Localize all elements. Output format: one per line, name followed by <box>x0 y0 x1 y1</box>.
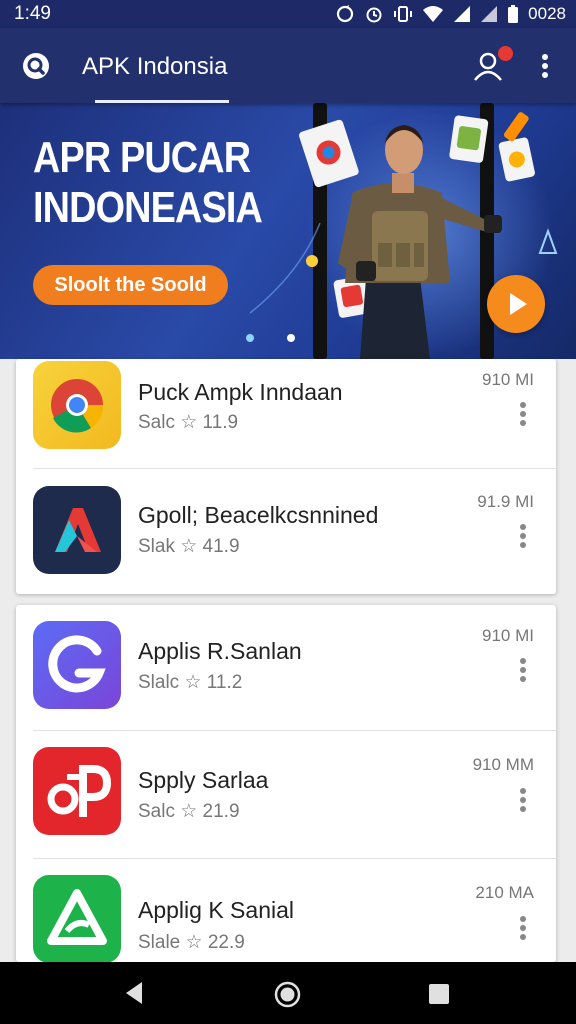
app-icon-p <box>33 747 121 835</box>
chrome-app-icon <box>33 361 121 449</box>
system-nav-bar <box>0 962 576 1024</box>
item-more-icon[interactable] <box>518 657 528 683</box>
list-item[interactable]: Applis R.Sanlan Slalc ☆ 11.2 910 MI <box>16 605 556 731</box>
title-tab-indicator <box>95 100 229 103</box>
list-item[interactable]: Applig K Sanial Slale ☆ 22.9 210 MA <box>16 859 556 963</box>
battery-icon <box>508 5 519 23</box>
app-name: Spply Sarlaa <box>138 767 269 793</box>
app-rating: Slale ☆ 22.9 <box>138 932 245 953</box>
app-icon-a <box>33 486 121 574</box>
carousel-dot-1[interactable] <box>246 334 254 342</box>
app-size: 910 MM <box>472 755 534 774</box>
promo-banner[interactable]: APR PUCAR INDONEASIA Sloolt the Soold <box>0 103 576 359</box>
alarm-icon <box>366 7 382 23</box>
app-list-card: Applis R.Sanlan Slalc ☆ 11.2 910 MI Sppl… <box>16 605 556 963</box>
signal-icon-2 <box>481 6 498 22</box>
play-button[interactable] <box>487 275 545 333</box>
app-name: Applig K Sanial <box>138 897 294 923</box>
list-item[interactable]: Gpoll; Beacelkcsnnined Slak ☆ 41.9 91.9 … <box>16 469 556 594</box>
item-more-icon[interactable] <box>518 401 528 427</box>
app-size: 91.9 MI <box>477 492 534 511</box>
item-more-icon[interactable] <box>518 787 528 813</box>
list-item[interactable]: Spply Sarlaa Salc ☆ 21.9 910 MM <box>16 731 556 859</box>
carousel-dot-2[interactable] <box>287 334 295 342</box>
battery-level: 0028 <box>528 4 566 23</box>
search-icon[interactable] <box>22 52 50 80</box>
app-size: 910 MI <box>482 626 534 645</box>
signal-icon <box>454 6 471 22</box>
app-icon-k <box>33 875 121 963</box>
status-icons: 0028 <box>335 4 566 24</box>
app-name: Applis R.Sanlan <box>138 638 302 664</box>
app-bar: APK Indonsia <box>0 28 576 103</box>
more-options-icon[interactable] <box>535 52 555 80</box>
app-name: Gpoll; Beacelkcsnnined <box>138 502 379 528</box>
status-bar: 1:49 0028 <box>0 0 576 28</box>
status-time: 1:49 <box>14 3 51 24</box>
item-more-icon[interactable] <box>518 915 528 941</box>
notification-badge <box>498 46 513 61</box>
recents-icon[interactable] <box>428 983 450 1005</box>
app-rating: Slalc ☆ 11.2 <box>138 672 243 693</box>
app-rating: Slak ☆ 41.9 <box>138 536 240 557</box>
item-more-icon[interactable] <box>518 523 528 549</box>
app-name: Puck Ampk Inndaan <box>138 379 343 405</box>
app-rating: Salc ☆ 21.9 <box>138 801 240 822</box>
app-rating: Salc ☆ 11.9 <box>138 412 239 433</box>
play-icon <box>510 293 527 315</box>
app-title: APK Indonsia <box>82 53 228 80</box>
app-icon-g <box>33 621 121 709</box>
home-icon[interactable] <box>274 981 301 1008</box>
app-list-card: Puck Ampk Inndaan Salc ☆ 11.9 910 MI Gpo… <box>16 359 556 594</box>
back-icon[interactable] <box>122 980 146 1006</box>
wifi-icon <box>423 6 444 22</box>
vibrate-icon <box>394 6 413 22</box>
sync-icon <box>337 5 354 23</box>
app-size: 910 MI <box>482 370 534 389</box>
list-item[interactable]: Puck Ampk Inndaan Salc ☆ 11.9 910 MI <box>16 359 556 469</box>
app-size: 210 MA <box>475 883 534 902</box>
